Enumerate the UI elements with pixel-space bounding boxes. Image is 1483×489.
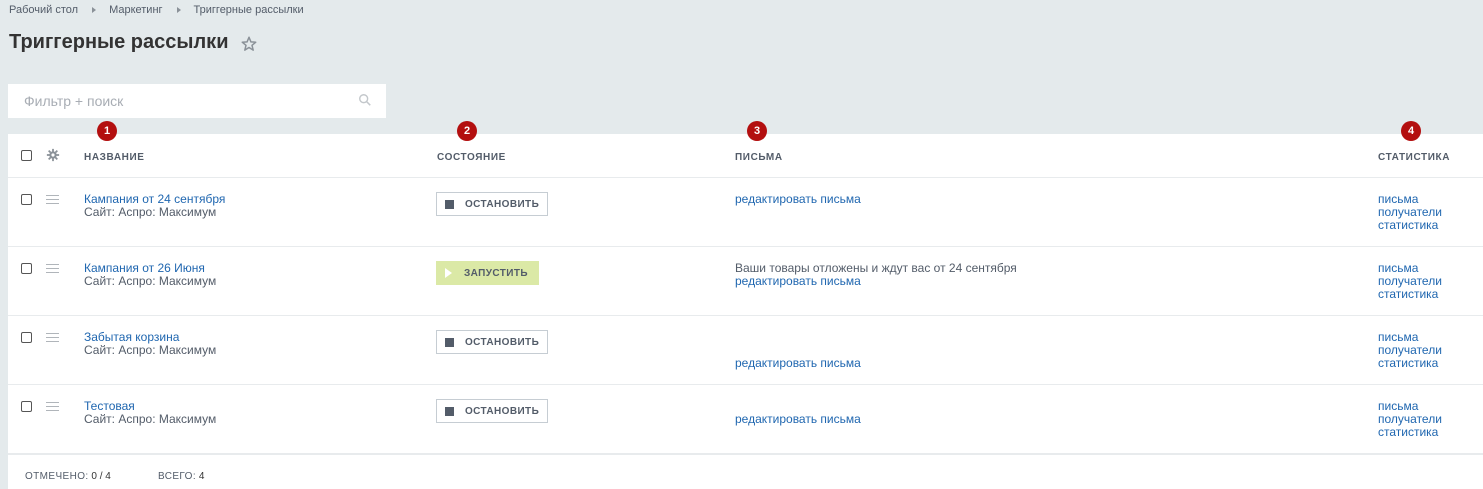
stats-statistics-link[interactable]: статистика — [1378, 425, 1438, 439]
badge-4: 4 — [1401, 121, 1421, 141]
campaign-title-link[interactable]: Кампания от 26 Июня — [84, 261, 205, 275]
stop-button[interactable]: ОСТАНОВИТЬ — [436, 330, 548, 354]
stats-recipients-link[interactable]: получатели — [1378, 205, 1442, 219]
stop-button[interactable]: ОСТАНОВИТЬ — [436, 192, 548, 216]
drag-handle-icon[interactable] — [46, 333, 59, 342]
breadcrumb-desktop[interactable]: Рабочий стол — [9, 4, 78, 16]
stop-icon — [445, 337, 454, 347]
row-divider — [8, 384, 1483, 385]
search-icon[interactable] — [358, 93, 372, 107]
footer-total-label: ВСЕГО: — [158, 471, 197, 482]
edit-letters-link[interactable]: редактировать письма — [735, 356, 861, 370]
campaign-site: Сайт: Аспро: Максимум — [84, 412, 217, 426]
edit-letters-link[interactable]: редактировать письма — [735, 412, 861, 426]
row-divider — [8, 315, 1483, 316]
edit-letters-link[interactable]: редактировать письма — [735, 274, 861, 288]
stop-icon — [445, 199, 454, 209]
drag-handle-icon[interactable] — [46, 264, 59, 273]
footer-divider — [8, 453, 1483, 455]
letter-subject: Ваши товары отложены и ждут вас от 24 се… — [735, 261, 1017, 275]
campaign-title-link[interactable]: Забытая корзина — [84, 330, 179, 344]
footer-total: ВСЕГО: 4 — [158, 471, 204, 482]
badge-1: 1 — [97, 121, 117, 141]
chevron-right-icon — [92, 7, 97, 13]
edit-letters-link[interactable]: редактировать письма — [735, 192, 861, 206]
footer-checked-value: 0 / 4 — [91, 471, 111, 482]
stats-statistics-link[interactable]: статистика — [1378, 356, 1438, 370]
start-button-label: ЗАПУСТИТЬ — [464, 267, 528, 279]
stats-statistics-link[interactable]: статистика — [1378, 218, 1438, 232]
row-checkbox[interactable] — [21, 332, 32, 343]
page-title: Триггерные рассылки — [9, 31, 229, 53]
stats-statistics-link[interactable]: статистика — [1378, 287, 1438, 301]
stop-icon — [445, 406, 454, 416]
stop-button-label: ОСТАНОВИТЬ — [465, 405, 540, 417]
select-all-checkbox[interactable] — [21, 150, 32, 161]
badge-2: 2 — [457, 121, 477, 141]
stats-recipients-link[interactable]: получатели — [1378, 412, 1442, 426]
column-header-state[interactable]: СОСТОЯНИЕ — [437, 152, 506, 163]
row-checkbox[interactable] — [21, 263, 32, 274]
search-box — [8, 84, 386, 118]
column-header-letters[interactable]: ПИСЬМА — [735, 152, 783, 163]
stats-letters-link[interactable]: письма — [1378, 399, 1418, 413]
start-button[interactable]: ЗАПУСТИТЬ — [436, 261, 539, 285]
drag-handle-icon[interactable] — [46, 195, 59, 204]
search-input[interactable] — [22, 92, 346, 110]
stats-letters-link[interactable]: письма — [1378, 261, 1418, 275]
chevron-right-icon — [176, 7, 181, 13]
column-header-stats[interactable]: СТАТИСТИКА — [1378, 152, 1450, 163]
campaign-site: Сайт: Аспро: Максимум — [84, 343, 217, 357]
header-divider — [8, 177, 1483, 178]
footer-checked-label: ОТМЕЧЕНО: — [25, 471, 89, 482]
breadcrumb: Рабочий стол Маркетинг Триггерные рассыл… — [9, 4, 304, 16]
data-grid — [8, 134, 1483, 489]
badge-3: 3 — [747, 121, 767, 141]
stats-recipients-link[interactable]: получатели — [1378, 343, 1442, 357]
drag-handle-icon[interactable] — [46, 402, 59, 411]
column-header-name[interactable]: НАЗВАНИЕ — [84, 152, 145, 163]
row-divider — [8, 246, 1483, 247]
row-checkbox[interactable] — [21, 401, 32, 412]
campaign-site: Сайт: Аспро: Максимум — [84, 274, 217, 288]
star-icon[interactable] — [240, 35, 258, 53]
stop-button-label: ОСТАНОВИТЬ — [465, 336, 540, 348]
footer-checked: ОТМЕЧЕНО: 0 / 4 — [25, 471, 111, 482]
row-checkbox[interactable] — [21, 194, 32, 205]
play-icon — [445, 268, 452, 278]
stop-button[interactable]: ОСТАНОВИТЬ — [436, 399, 548, 423]
campaign-site: Сайт: Аспро: Максимум — [84, 205, 217, 219]
stats-recipients-link[interactable]: получатели — [1378, 274, 1442, 288]
campaign-title-link[interactable]: Тестовая — [84, 399, 135, 413]
gear-icon[interactable] — [46, 148, 60, 162]
breadcrumb-trigger-mailings[interactable]: Триггерные рассылки — [194, 4, 304, 16]
breadcrumb-marketing[interactable]: Маркетинг — [109, 4, 162, 16]
stats-letters-link[interactable]: письма — [1378, 330, 1418, 344]
campaign-title-link[interactable]: Кампания от 24 сентября — [84, 192, 225, 206]
stats-letters-link[interactable]: письма — [1378, 192, 1418, 206]
footer-total-value: 4 — [198, 471, 205, 482]
stop-button-label: ОСТАНОВИТЬ — [465, 198, 540, 210]
